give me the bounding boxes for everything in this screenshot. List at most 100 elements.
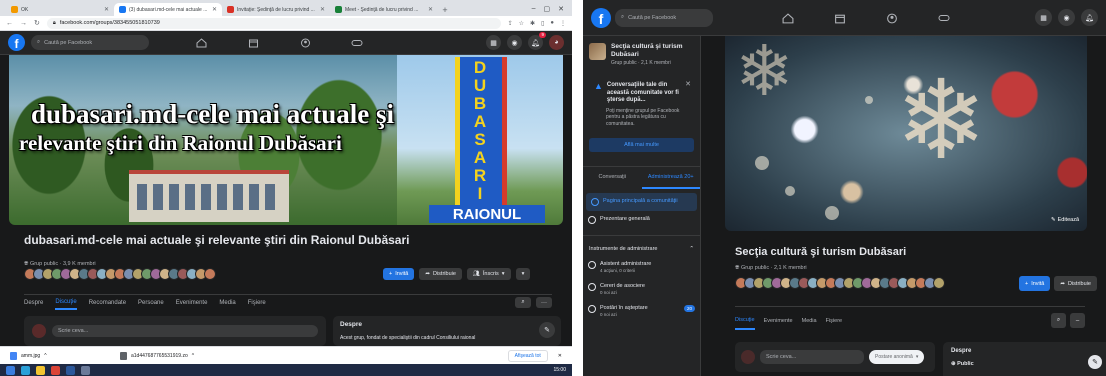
home-icon[interactable] xyxy=(190,36,212,50)
facebook-logo-icon[interactable]: f xyxy=(591,7,611,28)
city-sign-letter: U xyxy=(473,76,487,95)
notifications-icon[interactable]: 🔔︎ 9 xyxy=(528,32,546,50)
tab-media[interactable]: Media xyxy=(802,315,817,327)
sidebar-item-admin-assistant[interactable]: Asistent administrare 4 acţiuni, 0 criter… xyxy=(583,256,700,278)
facebook-search-input[interactable]: ⌕ Caută pe Facebook xyxy=(615,8,713,27)
groups-icon[interactable] xyxy=(294,36,316,50)
more-options-icon[interactable]: – xyxy=(1070,313,1085,328)
group-cover-photo: dubasari.md-cele mai actuale şi relevant… xyxy=(9,55,563,225)
browser-tab[interactable]: Meet - Şedinţă de lucru privind ... ✕ xyxy=(330,3,438,16)
close-icon[interactable]: ✕ xyxy=(685,80,691,88)
new-tab-icon[interactable]: + xyxy=(438,3,452,16)
download-item[interactable]: a1d447687765531919.zo ^ xyxy=(120,351,230,360)
invite-button[interactable]: + Invită xyxy=(1019,276,1051,291)
learn-more-button[interactable]: Află mai multe xyxy=(589,138,694,152)
groups-icon[interactable] xyxy=(881,11,903,25)
tab-conversatii[interactable]: Conversaţii xyxy=(583,167,642,189)
tab-discutie[interactable]: Discuţie xyxy=(55,296,77,310)
explorer-icon[interactable] xyxy=(36,365,45,375)
tab-discutie[interactable]: Discuţie xyxy=(735,312,755,330)
member-avatars[interactable] xyxy=(735,277,945,289)
tab-persoane[interactable]: Persoane xyxy=(138,297,164,309)
share-button[interactable]: ➦ Distribuie xyxy=(419,268,462,280)
menu-grid-icon[interactable]: ▦ xyxy=(1035,9,1052,26)
facebook-search-input[interactable]: ⌕ Caută pe Facebook xyxy=(31,35,149,50)
group-search-icon[interactable]: ⌕ xyxy=(1051,313,1066,328)
bookmark-icon[interactable]: ☆ xyxy=(519,20,524,27)
chrome-icon[interactable] xyxy=(51,365,60,375)
word-icon[interactable] xyxy=(66,365,75,375)
more-options-icon[interactable]: ··· xyxy=(536,297,552,308)
browser-tab[interactable]: OK ✕ xyxy=(6,3,114,16)
edit-icon[interactable]: ✎ xyxy=(539,322,555,338)
close-tab-icon[interactable]: ✕ xyxy=(320,6,325,13)
marketplace-icon[interactable] xyxy=(242,36,264,50)
chevron-up-icon[interactable]: ^ xyxy=(192,353,194,359)
more-chevron-button[interactable]: ▾ xyxy=(515,268,531,280)
sidebar-item-member-requests[interactable]: Cereri de asociere 0 noi azi xyxy=(583,278,700,300)
show-all-downloads-button[interactable]: Afişează tot xyxy=(507,349,548,362)
notifications-icon[interactable]: 🔔︎ xyxy=(1081,9,1098,26)
download-item[interactable]: amm.jpg ^ xyxy=(10,351,110,360)
facebook-favicon-icon xyxy=(119,6,126,13)
tab-administreaza[interactable]: Administrează 20+ xyxy=(641,167,700,189)
profile-icon[interactable]: ● xyxy=(550,20,554,27)
edit-icon[interactable]: ✎ xyxy=(1088,355,1102,369)
home-icon[interactable] xyxy=(777,11,799,25)
admin-tools-section[interactable]: Instrumente de administrare ⌃ xyxy=(583,235,700,256)
back-icon[interactable]: ← xyxy=(6,20,13,27)
sidebar-item-community-home[interactable]: Pagina principală a comunităţii xyxy=(586,193,697,211)
member-avatars[interactable] xyxy=(24,268,216,280)
nav-center xyxy=(777,0,955,36)
edit-cover-button[interactable]: ✎ Editează xyxy=(1051,217,1079,223)
sidepanel-icon[interactable]: ▯ xyxy=(541,20,544,27)
close-tab-icon[interactable]: ✕ xyxy=(104,6,109,13)
tab-fisiere[interactable]: Fişiere xyxy=(248,297,266,309)
menu-grid-icon[interactable]: ▦ xyxy=(486,35,501,50)
minimize-icon[interactable]: – xyxy=(532,5,536,13)
forward-icon[interactable]: → xyxy=(20,20,27,27)
edge-icon[interactable] xyxy=(21,365,30,375)
app-icon[interactable] xyxy=(81,365,90,375)
share-button[interactable]: ➦ Distribuie xyxy=(1054,276,1097,291)
messenger-icon[interactable]: ◉ xyxy=(1058,9,1075,26)
tab-fisiere[interactable]: Fişiere xyxy=(826,315,843,327)
avatar[interactable]: ◕ xyxy=(549,35,564,50)
gaming-icon[interactable] xyxy=(933,11,955,25)
close-icon[interactable]: ✕ xyxy=(558,353,562,359)
composer-input[interactable]: Scrie ceva... xyxy=(52,325,318,337)
anonymous-post-button[interactable]: Postare anonimă ▾ xyxy=(869,350,925,364)
address-bar[interactable]: 🔒︎ facebook.com/groups/383455051810739 xyxy=(46,17,501,29)
extensions-icon[interactable]: ✱ xyxy=(530,20,535,27)
menu-icon[interactable]: ⋮ xyxy=(560,20,566,27)
chevron-up-icon[interactable]: ^ xyxy=(44,353,46,359)
member-avatar[interactable] xyxy=(933,277,945,289)
marketplace-icon[interactable] xyxy=(829,11,851,25)
group-search-icon[interactable]: ⌕ xyxy=(515,297,531,308)
tab-evenimente[interactable]: Evenimente xyxy=(764,315,793,327)
close-tab-icon[interactable]: ✕ xyxy=(428,6,433,13)
browser-tab[interactable]: Invitaţie: Şedinţă de lucru privind ... … xyxy=(222,3,330,16)
messenger-icon[interactable]: ◉ xyxy=(507,35,522,50)
composer-input[interactable]: Scrie ceva... xyxy=(760,350,864,364)
sidebar-group-header[interactable]: Secţia cultură şi turism Dubăsari Grup p… xyxy=(583,36,700,73)
sidebar-item-overview[interactable]: Prezentare generală xyxy=(583,211,700,229)
toolbar-actions: ⇪ ☆ ✱ ▯ ● ⋮ xyxy=(508,20,566,27)
tab-despre[interactable]: Despre xyxy=(24,297,43,309)
sidebar-item-pending-posts[interactable]: Postări în aşteptare 0 noi azi 20 xyxy=(583,300,700,322)
browser-tab-active[interactable]: (3) dubasari.md-cele mai actuale ... ✕ xyxy=(114,3,222,16)
facebook-logo-icon[interactable]: f xyxy=(8,34,25,51)
close-window-icon[interactable]: ✕ xyxy=(558,5,564,13)
gaming-icon[interactable] xyxy=(346,36,368,50)
tab-evenimente[interactable]: Evenimente xyxy=(176,297,208,309)
member-avatar[interactable] xyxy=(204,268,216,280)
invite-button[interactable]: + Invită xyxy=(383,268,415,280)
reload-icon[interactable]: ↻ xyxy=(34,19,40,27)
close-tab-icon[interactable]: ✕ xyxy=(212,6,217,13)
joined-button[interactable]: 👥︎ Înscris ▾ xyxy=(466,268,511,280)
maximize-icon[interactable]: ▢ xyxy=(544,5,551,13)
tab-media[interactable]: Media xyxy=(219,297,235,309)
start-icon[interactable] xyxy=(6,365,15,375)
share-icon[interactable]: ⇪ xyxy=(508,20,513,27)
tab-recomandate[interactable]: Recomandate xyxy=(89,297,126,309)
